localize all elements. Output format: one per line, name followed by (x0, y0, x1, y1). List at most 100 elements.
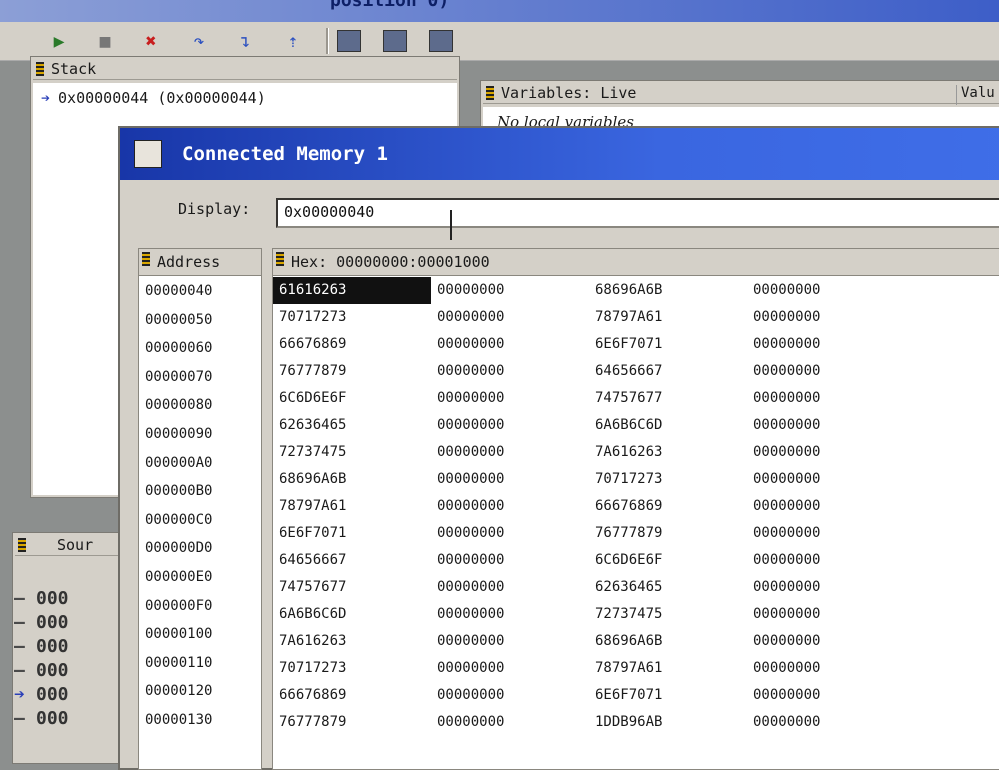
stop-icon[interactable]: ■ (92, 28, 118, 54)
hex-cell[interactable]: 6C6D6E6F (589, 547, 747, 574)
hex-cell[interactable]: 00000000 (747, 709, 905, 736)
memory-title-bar[interactable]: Connected Memory 1 (120, 128, 999, 180)
hex-cell[interactable]: 00000000 (747, 304, 905, 331)
hex-cell[interactable]: 00000000 (747, 547, 905, 574)
hex-cell[interactable]: 00000000 (747, 358, 905, 385)
hex-cell[interactable]: 00000000 (747, 385, 905, 412)
hex-header[interactable]: Hex: 00000000:00001000 (273, 249, 999, 276)
memory-icon[interactable] (382, 28, 408, 54)
address-cell[interactable]: 00000080 (139, 391, 261, 420)
hex-cell[interactable]: 00000000 (431, 628, 589, 655)
address-cell[interactable]: 00000110 (139, 649, 261, 678)
hex-cell[interactable]: 66676869 (273, 682, 431, 709)
hex-cell[interactable]: 62636465 (589, 574, 747, 601)
address-header[interactable]: Address (139, 249, 261, 276)
hex-cell[interactable]: 00000000 (431, 331, 589, 358)
address-cell[interactable]: 00000050 (139, 306, 261, 335)
hex-cell[interactable]: 70717273 (273, 655, 431, 682)
hex-cell[interactable]: 00000000 (431, 655, 589, 682)
address-cell[interactable]: 000000F0 (139, 592, 261, 621)
hex-cell[interactable]: 6E6F7071 (589, 682, 747, 709)
grip-icon[interactable] (276, 252, 284, 266)
hex-cell[interactable]: 6C6D6E6F (273, 385, 431, 412)
registers-icon[interactable] (336, 28, 362, 54)
hex-cell[interactable]: 00000000 (431, 439, 589, 466)
value-column-header[interactable]: Valu (956, 85, 999, 105)
hex-cell[interactable]: 00000000 (431, 385, 589, 412)
address-cell[interactable]: 000000C0 (139, 506, 261, 535)
source-line[interactable]: –000 (14, 612, 69, 636)
grip-icon[interactable] (18, 538, 26, 552)
stack-row[interactable]: ➔ 0x00000044 (0x00000044) (41, 89, 266, 107)
source-line[interactable]: ➔ 000 (14, 684, 69, 708)
hex-cell[interactable]: 00000000 (747, 439, 905, 466)
hex-cell[interactable]: 66676869 (589, 493, 747, 520)
grip-icon[interactable] (486, 86, 494, 100)
hex-cell[interactable]: 1DDB96AB (589, 709, 747, 736)
hex-cell[interactable]: 00000000 (431, 304, 589, 331)
hex-cell[interactable]: 64656667 (589, 358, 747, 385)
hex-cell[interactable]: 70717273 (589, 466, 747, 493)
step-into-icon[interactable]: ↴ (232, 28, 258, 54)
source-line[interactable]: –000 (14, 588, 69, 612)
hex-cell[interactable]: 00000000 (431, 466, 589, 493)
reset-icon[interactable]: ✖ (138, 28, 164, 54)
hex-cell[interactable]: 6A6B6C6D (589, 412, 747, 439)
hex-cell[interactable]: 00000000 (431, 358, 589, 385)
hex-cell[interactable]: 00000000 (747, 520, 905, 547)
address-cell[interactable]: 00000120 (139, 677, 261, 706)
address-cell[interactable]: 00000060 (139, 334, 261, 363)
address-cell[interactable]: 000000D0 (139, 534, 261, 563)
hex-cell[interactable]: 6E6F7071 (273, 520, 431, 547)
hex-cell[interactable]: 6E6F7071 (589, 331, 747, 358)
hex-cell[interactable]: 00000000 (431, 277, 589, 304)
hex-cell[interactable]: 00000000 (431, 547, 589, 574)
settings-icon[interactable] (428, 28, 454, 54)
address-cell[interactable]: 000000A0 (139, 449, 261, 478)
source-line[interactable]: –000 (14, 708, 69, 732)
hex-cell[interactable]: 00000000 (747, 466, 905, 493)
hex-cell[interactable]: 00000000 (431, 493, 589, 520)
hex-cell[interactable]: 00000000 (747, 277, 905, 304)
hex-cell[interactable]: 00000000 (431, 520, 589, 547)
hex-cell[interactable]: 68696A6B (589, 277, 747, 304)
hex-cell[interactable]: 76777879 (589, 520, 747, 547)
hex-cell[interactable]: 00000000 (431, 601, 589, 628)
hex-cell[interactable]: 78797A61 (273, 493, 431, 520)
hex-cell[interactable]: 74757677 (273, 574, 431, 601)
hex-cell[interactable]: 66676869 (273, 331, 431, 358)
source-line[interactable]: –000 (14, 636, 69, 660)
hex-cell[interactable]: 72737475 (273, 439, 431, 466)
hex-cell[interactable]: 76777879 (273, 358, 431, 385)
hex-cell[interactable]: 00000000 (431, 682, 589, 709)
grip-icon[interactable] (36, 62, 44, 76)
hex-cell[interactable]: 64656667 (273, 547, 431, 574)
hex-cell[interactable]: 00000000 (747, 493, 905, 520)
hex-cell[interactable]: 70717273 (273, 304, 431, 331)
hex-cell[interactable]: 00000000 (747, 574, 905, 601)
hex-cell[interactable]: 74757677 (589, 385, 747, 412)
address-cell[interactable]: 00000040 (139, 277, 261, 306)
hex-cell[interactable]: 00000000 (431, 412, 589, 439)
hex-cell[interactable]: 68696A6B (273, 466, 431, 493)
display-address-input[interactable]: 0x00000040 (276, 198, 999, 228)
hex-cell[interactable]: 72737475 (589, 601, 747, 628)
hex-cell[interactable]: 6A6B6C6D (273, 601, 431, 628)
hex-cell[interactable]: 00000000 (747, 682, 905, 709)
grip-icon[interactable] (142, 252, 150, 266)
step-out-icon[interactable]: ⇡ (280, 28, 306, 54)
hex-cell[interactable]: 00000000 (431, 574, 589, 601)
hex-cell[interactable]: 7A616263 (589, 439, 747, 466)
hex-cell[interactable]: 00000000 (747, 601, 905, 628)
hex-cell[interactable]: 00000000 (431, 709, 589, 736)
address-cell[interactable]: 000000B0 (139, 477, 261, 506)
hex-cell[interactable]: 61616263 (273, 277, 431, 304)
address-cell[interactable]: 00000100 (139, 620, 261, 649)
address-cell[interactable]: 00000090 (139, 420, 261, 449)
run-icon[interactable]: ▶ (46, 28, 72, 54)
hex-cell[interactable]: 00000000 (747, 331, 905, 358)
address-cell[interactable]: 000000E0 (139, 563, 261, 592)
hex-cell[interactable]: 62636465 (273, 412, 431, 439)
address-cell[interactable]: 00000070 (139, 363, 261, 392)
hex-cell[interactable]: 7A616263 (273, 628, 431, 655)
